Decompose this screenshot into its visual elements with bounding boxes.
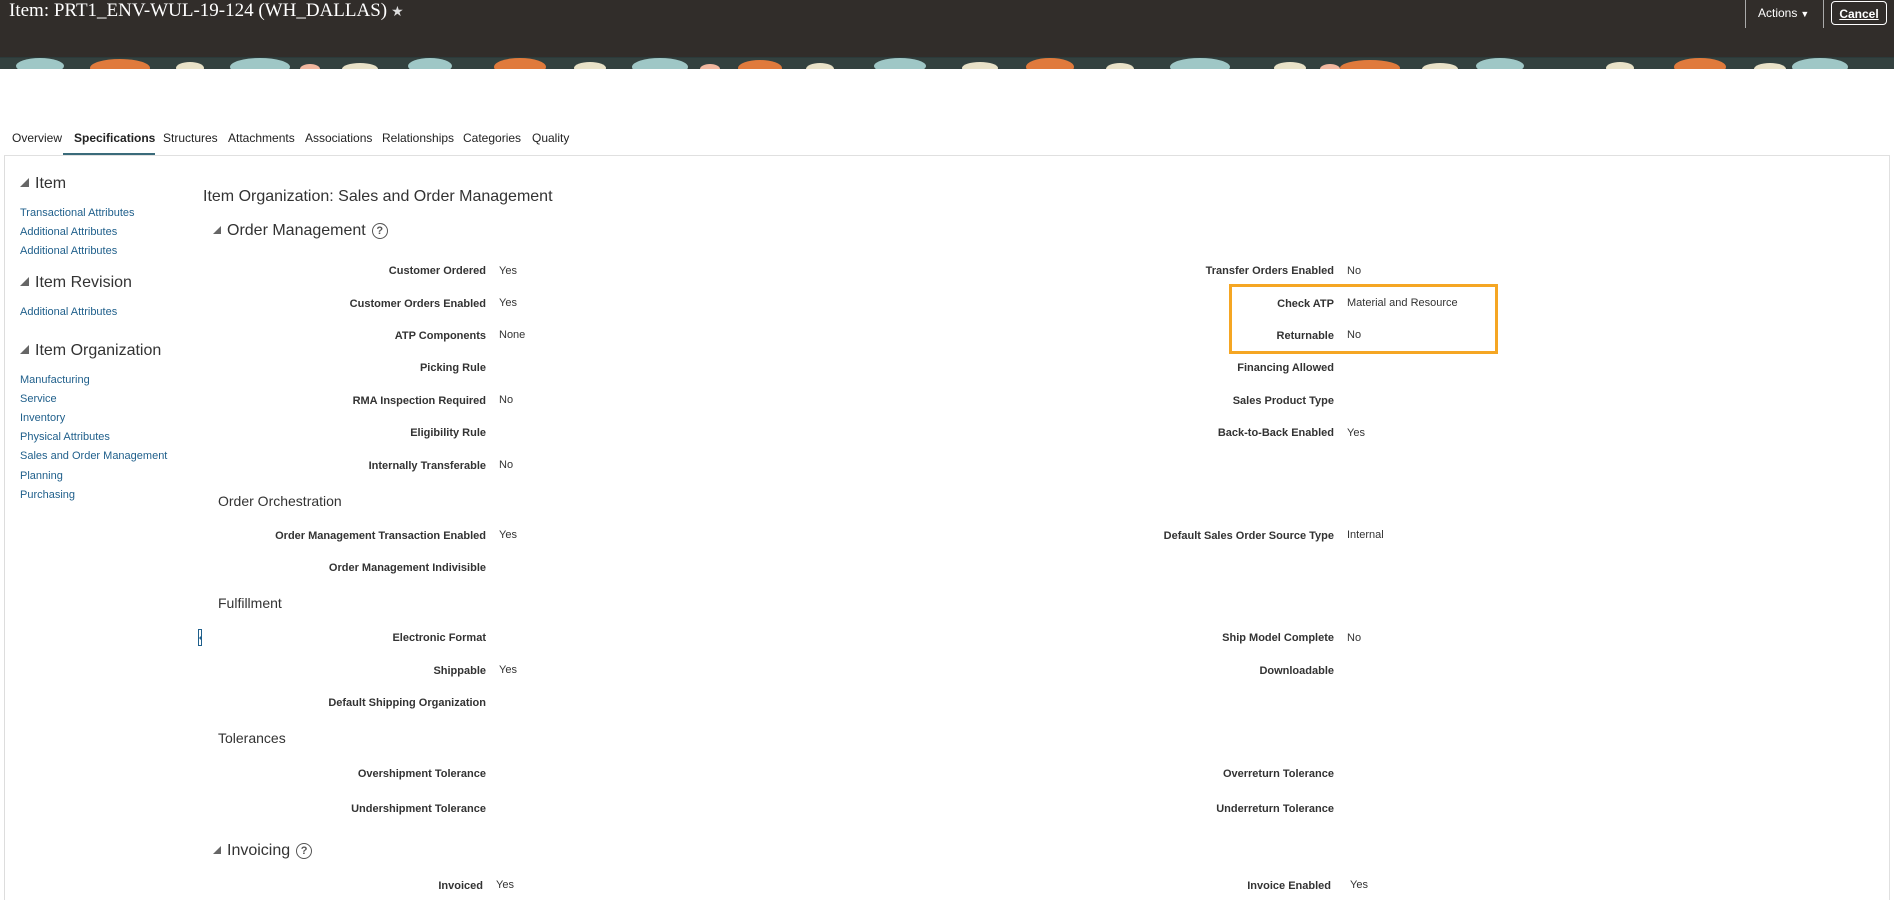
- page-header-title: Item: PRT1_ENV-WUL-19-124 (WH_DALLAS) ★: [9, 0, 404, 22]
- tab-quality[interactable]: Quality: [532, 131, 569, 145]
- nav-link-transactional-attributes[interactable]: Transactional Attributes: [20, 207, 135, 219]
- page-header: Item: PRT1_ENV-WUL-19-124 (WH_DALLAS) ★ A…: [0, 0, 1894, 57]
- nav-link-physical-attributes[interactable]: Physical Attributes: [20, 431, 110, 443]
- nav-link-inventory[interactable]: Inventory: [20, 412, 65, 424]
- field-label: Financing Allowed: [1237, 362, 1334, 374]
- header-divider: [1823, 0, 1824, 28]
- nav-heading: Item Revision: [35, 274, 132, 291]
- collapse-triangle-icon: [213, 226, 221, 234]
- nav-link-manufacturing[interactable]: Manufacturing: [20, 374, 90, 386]
- field-label: Back-to-Back Enabled: [1217, 427, 1334, 439]
- actions-menu-button[interactable]: Actions ▼: [1758, 6, 1809, 20]
- nav-link-sales-and-order-management[interactable]: Sales and Order Management: [20, 450, 167, 462]
- field-label: Customer Orders Enabled: [349, 298, 486, 310]
- section-heading: Order Management: [227, 222, 366, 239]
- subsection-order-orchestration: Order Orchestration: [218, 493, 342, 509]
- help-icon[interactable]: ?: [371, 223, 388, 239]
- field-value: None: [499, 329, 526, 341]
- tab-categories[interactable]: Categories: [463, 131, 521, 145]
- nav-link-purchasing[interactable]: Purchasing: [20, 489, 75, 501]
- pane-splitter-handle[interactable]: [198, 629, 202, 646]
- field-label: Electronic Format: [392, 632, 486, 644]
- nav-heading: Item: [35, 175, 67, 192]
- field-label: Undershipment Tolerance: [351, 803, 486, 815]
- field-label: Default Sales Order Source Type: [1163, 530, 1334, 542]
- field-value: Yes: [499, 664, 517, 676]
- field-label: Customer Ordered: [388, 265, 486, 277]
- field-value: Yes: [1350, 879, 1368, 891]
- field-label: ATP Components: [394, 330, 486, 342]
- field-value: Yes: [496, 879, 514, 891]
- field-value: Yes: [499, 265, 517, 277]
- nav-section-item-revision[interactable]: Item Revision: [20, 274, 132, 292]
- favorite-star-icon[interactable]: ★: [391, 5, 404, 20]
- content-panel: [4, 155, 1890, 900]
- collapse-triangle-icon: [20, 178, 29, 187]
- tab-associations[interactable]: Associations: [305, 131, 372, 145]
- field-value: No: [1347, 265, 1362, 277]
- section-heading: Invoicing: [227, 842, 291, 859]
- field-value: Internal: [1347, 529, 1384, 541]
- field-label: Invoiced: [438, 880, 483, 892]
- field-value: Yes: [1347, 427, 1365, 439]
- banner-pattern: [0, 58, 1894, 69]
- field-value: No: [499, 394, 514, 406]
- section-order-management[interactable]: Order Management?: [213, 222, 388, 240]
- subsection-fulfillment: Fulfillment: [218, 595, 282, 611]
- decorative-banner: [0, 57, 1894, 69]
- field-label: Internally Transferable: [368, 460, 486, 472]
- cancel-button[interactable]: Cancel: [1831, 1, 1887, 25]
- nav-link-additional-attributes[interactable]: Additional Attributes: [20, 245, 117, 257]
- nav-link-service[interactable]: Service: [20, 393, 57, 405]
- nav-heading: Item Organization: [35, 342, 162, 359]
- field-label: Order Management Indivisible: [328, 562, 486, 574]
- item-title: Item: PRT1_ENV-WUL-19-124 (WH_DALLAS): [9, 0, 388, 21]
- nav-link-planning[interactable]: Planning: [20, 470, 63, 482]
- field-label: Invoice Enabled: [1247, 880, 1331, 892]
- subsection-tolerances: Tolerances: [218, 730, 286, 746]
- collapse-triangle-icon: [20, 277, 29, 286]
- tab-specifications[interactable]: Specifications: [74, 131, 155, 145]
- nav-link-additional-attributes[interactable]: Additional Attributes: [20, 226, 117, 238]
- highlight-box: [1229, 284, 1498, 354]
- section-invoicing[interactable]: Invoicing?: [213, 842, 313, 860]
- field-label: RMA Inspection Required: [352, 395, 486, 407]
- field-label: Sales Product Type: [1232, 395, 1334, 407]
- field-label: Order Management Transaction Enabled: [275, 530, 486, 542]
- tab-attachments[interactable]: Attachments: [228, 131, 295, 145]
- field-label: Overshipment Tolerance: [357, 768, 486, 780]
- tab-overview[interactable]: Overview: [12, 131, 62, 145]
- collapse-triangle-icon: [20, 345, 29, 354]
- field-label: Transfer Orders Enabled: [1205, 265, 1334, 277]
- field-label: Eligibility Rule: [410, 427, 486, 439]
- nav-link-additional-attributes[interactable]: Additional Attributes: [20, 306, 117, 318]
- field-label: Overreturn Tolerance: [1222, 768, 1334, 780]
- field-label: Downloadable: [1259, 665, 1334, 677]
- page-title: Item Organization: Sales and Order Manag…: [203, 188, 553, 205]
- field-value: No: [499, 459, 514, 471]
- field-label: Underreturn Tolerance: [1216, 803, 1334, 815]
- field-value: Yes: [499, 297, 517, 309]
- field-label: Shippable: [433, 665, 486, 677]
- tab-relationships[interactable]: Relationships: [382, 131, 454, 145]
- field-label: Default Shipping Organization: [328, 697, 486, 709]
- field-label: Picking Rule: [419, 362, 486, 374]
- actions-label: Actions: [1758, 6, 1798, 20]
- chevron-down-icon: ▼: [1800, 9, 1810, 19]
- nav-section-item-organization[interactable]: Item Organization: [20, 342, 161, 360]
- header-divider: [1745, 0, 1746, 28]
- nav-section-item[interactable]: Item: [20, 175, 66, 193]
- tab-structures[interactable]: Structures: [163, 131, 218, 145]
- field-value: Yes: [499, 529, 517, 541]
- field-value: No: [1347, 632, 1362, 644]
- collapse-triangle-icon: [213, 846, 221, 854]
- help-icon[interactable]: ?: [296, 843, 313, 859]
- field-label: Ship Model Complete: [1222, 632, 1334, 644]
